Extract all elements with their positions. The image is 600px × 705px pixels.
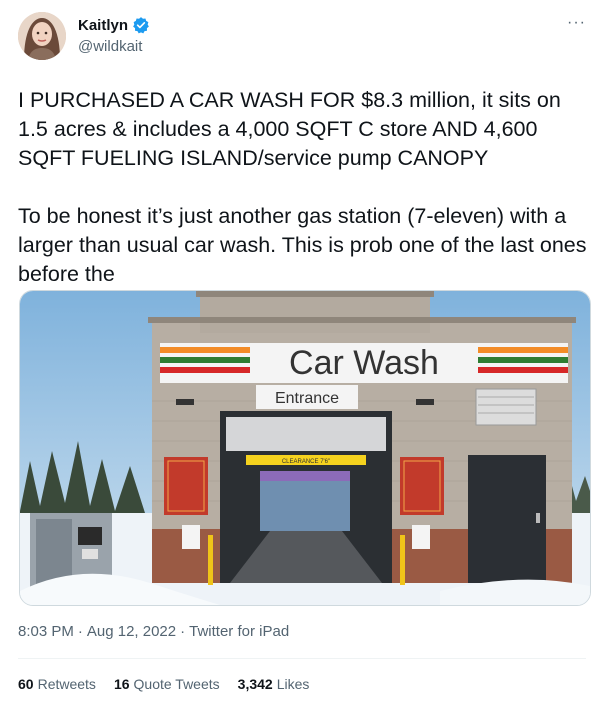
tweet-meta: 8:03 PM · Aug 12, 2022 · Twitter for iPad	[18, 623, 293, 640]
photo-sign-text: Car Wash	[289, 344, 439, 382]
photo-clearance-text: CLEARANCE 7'6"	[282, 459, 330, 465]
quote-tweets-label: Quote Tweets	[133, 676, 220, 692]
tweet-photo[interactable]: Car Wash Entrance CLEARANCE 7'6"	[19, 290, 591, 606]
author-name-row: Kaitlyn	[78, 16, 150, 34]
more-options-icon[interactable]: ···	[567, 14, 586, 32]
author-handle[interactable]: @wildkait	[78, 38, 142, 55]
tweet-date[interactable]: Aug 12, 2022	[87, 623, 176, 640]
meta-separator: ·	[77, 623, 83, 640]
likes-count: 3,342	[237, 676, 273, 692]
car-wash-photo: Car Wash Entrance CLEARANCE 7'6"	[20, 291, 590, 605]
photo-entrance-text: Entrance	[275, 390, 339, 407]
tweet-stats: 60 Retweets 16 Quote Tweets 3,342 Likes	[18, 676, 309, 692]
retweets-stat[interactable]: 60 Retweets	[18, 676, 96, 692]
avatar-image	[18, 12, 66, 60]
retweets-count: 60	[18, 676, 34, 692]
divider	[18, 658, 586, 659]
avatar[interactable]	[18, 12, 66, 60]
author-display-name[interactable]: Kaitlyn	[78, 17, 128, 34]
likes-stat[interactable]: 3,342 Likes	[238, 676, 310, 692]
quote-tweets-stat[interactable]: 16 Quote Tweets	[114, 676, 220, 692]
tweet-text: I PURCHASED A CAR WASH FOR $8.3 million,…	[18, 88, 587, 286]
verified-badge-icon	[133, 17, 149, 34]
retweets-label: Retweets	[37, 676, 96, 692]
tweet-time[interactable]: 8:03 PM	[18, 623, 74, 640]
quote-tweets-count: 16	[113, 676, 130, 692]
tweet-source[interactable]: Twitter for iPad	[189, 623, 289, 640]
meta-separator: ·	[180, 623, 186, 640]
likes-label: Likes	[276, 676, 310, 692]
